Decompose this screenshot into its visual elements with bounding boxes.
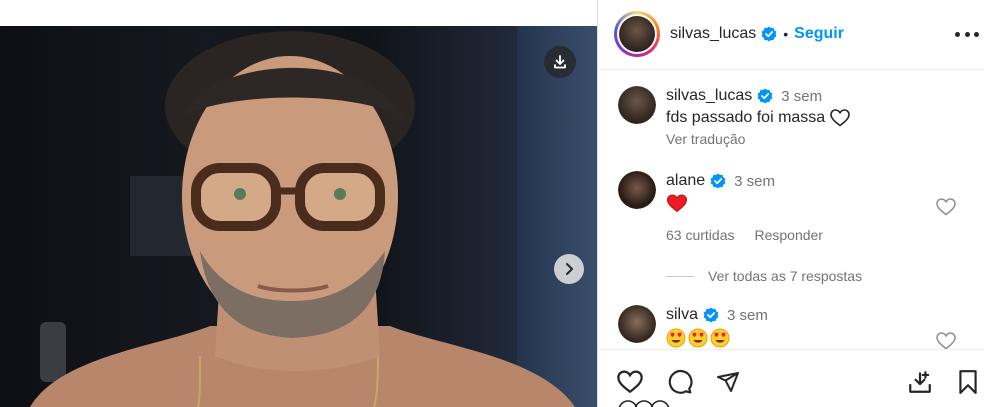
verified-badge-icon — [703, 307, 719, 323]
view-replies-label: Ver todas as 7 respostas — [708, 268, 863, 284]
caption-text: fds passado foi massa — [666, 109, 826, 126]
comment-button[interactable] — [666, 368, 694, 396]
caption-text-row: fds passado foi massa — [666, 109, 966, 127]
author-line: silvas_lucas • Seguir — [670, 25, 844, 43]
post-photo[interactable] — [0, 26, 597, 407]
author-username[interactable]: silvas_lucas — [670, 25, 756, 43]
download-button[interactable] — [544, 46, 576, 78]
heart-eyes-emoji-icon — [688, 328, 708, 348]
comment-avatar[interactable] — [618, 305, 656, 343]
chevron-right-icon — [566, 263, 573, 275]
post-side-panel: silvas_lucas • Seguir silvas_lucas 3 sem — [597, 0, 984, 407]
comment-avatar[interactable] — [618, 171, 656, 209]
reply-button[interactable]: Responder — [754, 227, 823, 243]
post-header: silvas_lucas • Seguir — [598, 0, 984, 70]
caption-username[interactable]: silvas_lucas — [666, 87, 752, 105]
like-button[interactable] — [616, 368, 644, 396]
author-avatar[interactable] — [614, 11, 660, 57]
caption-avatar[interactable] — [618, 86, 656, 124]
comment-icon — [668, 369, 693, 394]
download-icon — [554, 55, 566, 69]
heart-icon[interactable] — [936, 331, 956, 351]
verified-badge-icon — [710, 173, 726, 189]
comment-actions: 63 curtidas Responder — [666, 227, 966, 243]
comment-time[interactable]: 3 sem — [727, 307, 768, 324]
separator-dot: • — [783, 26, 789, 42]
follow-button[interactable]: Seguir — [794, 25, 844, 43]
comment-username[interactable]: alane — [666, 172, 705, 190]
next-photo-button[interactable] — [554, 254, 584, 284]
comment-likes[interactable]: 63 curtidas — [666, 227, 734, 243]
send-icon — [717, 372, 739, 392]
view-replies-button[interactable]: Ver todas as 7 respostas — [666, 268, 862, 284]
heart-eyes-emoji-icon — [710, 328, 730, 348]
comment-time[interactable]: 3 sem — [734, 173, 775, 190]
person-selfie — [30, 31, 575, 407]
save-to-collection-button[interactable] — [906, 368, 934, 396]
heart-icon — [617, 370, 643, 394]
post-actions-bar — [598, 349, 984, 407]
red-heart-emoji-icon — [666, 194, 688, 213]
comment-text — [666, 194, 966, 213]
verified-badge-icon — [757, 88, 773, 104]
download-tray-icon — [909, 371, 931, 393]
white-heart-icon — [830, 109, 851, 127]
more-icon — [955, 31, 960, 37]
comment-text — [666, 328, 966, 348]
verified-badge-icon — [761, 26, 777, 42]
heart-eyes-emoji-icon — [666, 328, 686, 348]
save-button[interactable] — [954, 368, 982, 396]
more-options-button[interactable] — [955, 24, 979, 44]
likes-avatars-peek — [618, 400, 670, 407]
translate-link[interactable]: Ver tradução — [666, 131, 966, 147]
heart-icon[interactable] — [936, 197, 956, 217]
caption-time[interactable]: 3 sem — [781, 88, 822, 105]
replies-divider — [666, 275, 694, 277]
share-button[interactable] — [714, 368, 742, 396]
comment-username[interactable]: silva — [666, 306, 698, 324]
bookmark-icon — [959, 370, 977, 394]
